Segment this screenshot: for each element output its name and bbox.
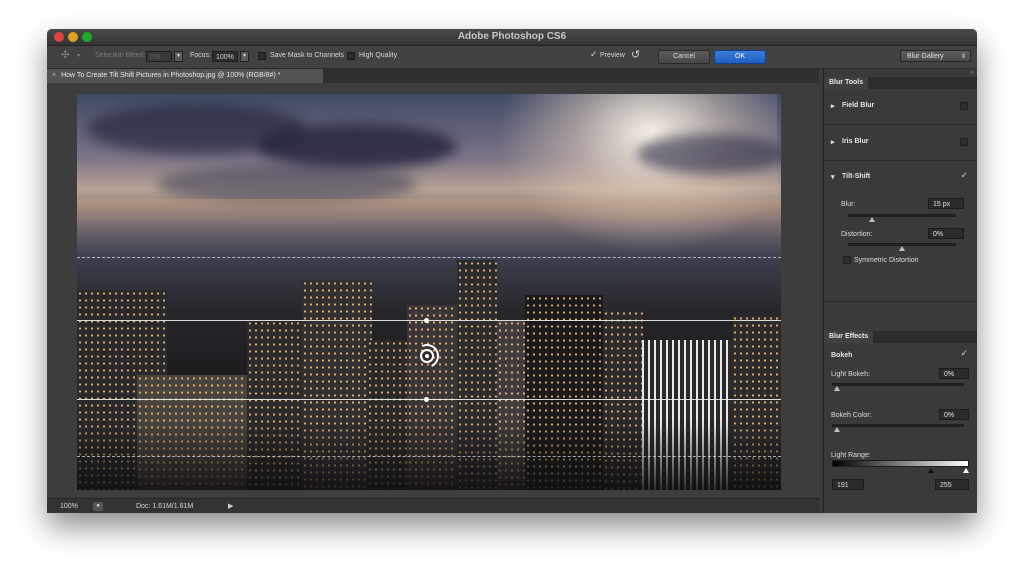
pin-tool-icon[interactable]: ✣ bbox=[61, 50, 69, 61]
bokeh-color-slider-knob[interactable] bbox=[834, 427, 840, 432]
symmetric-distortion-checkbox[interactable] bbox=[843, 256, 851, 264]
tilt-shift-fade-line-bottom[interactable] bbox=[77, 456, 781, 457]
focus-label: Focus: bbox=[190, 52, 212, 59]
workspace-dropdown-value: Blur Gallery bbox=[907, 53, 944, 60]
blur-amount-label: Blur: bbox=[841, 201, 856, 208]
save-mask-label: Save Mask to Channels bbox=[270, 52, 344, 59]
tilt-shift-fade-line-top[interactable] bbox=[77, 257, 781, 258]
bokeh-color-label: Bokeh Color: bbox=[831, 412, 872, 419]
focus-dropdown[interactable]: ▾ bbox=[240, 51, 249, 62]
close-tab-icon[interactable]: × bbox=[52, 72, 56, 79]
cloud-shape bbox=[257, 124, 457, 169]
tilt-shift-focus-line-bottom[interactable] bbox=[77, 399, 781, 400]
photoshop-window: Adobe Photoshop CS6 ✣ ▾ Selection Bleed:… bbox=[47, 29, 977, 513]
light-bokeh-label: Light Bokeh: bbox=[831, 371, 870, 378]
navigator-icon[interactable]: ● bbox=[93, 502, 103, 511]
tab-blur-tools[interactable]: Blur Tools bbox=[824, 77, 869, 89]
cancel-button[interactable]: Cancel bbox=[658, 50, 710, 64]
tilt-shift-section: ▾ Tilt-Shift ✓ Blur: 15 px Distortion: 0… bbox=[824, 161, 977, 302]
field-blur-label: Field Blur bbox=[842, 102, 875, 109]
light-range-high-field[interactable]: 255 bbox=[935, 479, 969, 490]
doc-size-info: Doc: 1.61M/1.61M bbox=[136, 503, 194, 510]
document-canvas[interactable] bbox=[77, 94, 781, 490]
iris-blur-label: Iris Blur bbox=[842, 138, 869, 145]
light-range-high-knob[interactable] bbox=[963, 468, 969, 473]
title-bar: Adobe Photoshop CS6 bbox=[47, 29, 977, 46]
tilt-shift-checkbox[interactable]: ✓ bbox=[960, 170, 968, 181]
field-blur-section[interactable]: ▸ Field Blur bbox=[824, 89, 977, 125]
light-range-low-field[interactable]: 191 bbox=[832, 479, 864, 490]
blur-slider-track[interactable] bbox=[848, 214, 956, 217]
save-mask-checkbox[interactable] bbox=[258, 52, 266, 60]
iris-blur-section[interactable]: ▸ Iris Blur bbox=[824, 125, 977, 161]
selection-bleed-label: Selection Bleed: bbox=[95, 52, 146, 59]
bokeh-color-slider-track[interactable] bbox=[832, 424, 964, 427]
blur-pin-icon[interactable] bbox=[420, 349, 434, 363]
tilt-shift-collapse-icon[interactable]: ▾ bbox=[831, 173, 835, 181]
horizon-haze bbox=[77, 199, 781, 239]
selection-bleed-dropdown[interactable]: ▾ bbox=[174, 51, 183, 62]
document-tab-title: How To Create Tilt Shift Pictures in Pho… bbox=[61, 72, 281, 79]
workspace-dropdown[interactable]: Blur Gallery ⇕ bbox=[900, 50, 971, 62]
focus-field[interactable]: 100% bbox=[212, 51, 238, 62]
distortion-slider-knob[interactable] bbox=[899, 246, 905, 251]
cloud-shape bbox=[157, 164, 417, 204]
tab-blur-effects[interactable]: Blur Effects bbox=[824, 331, 874, 343]
distortion-label: Distortion: bbox=[841, 231, 873, 238]
preview-checkbox[interactable]: ✓ bbox=[590, 49, 598, 60]
zoom-level[interactable]: 100% bbox=[60, 503, 78, 510]
high-quality-checkbox[interactable] bbox=[347, 52, 355, 60]
bokeh-color-field[interactable]: 0% bbox=[939, 409, 969, 420]
light-bokeh-field[interactable]: 0% bbox=[939, 368, 969, 379]
collapse-panel-icon[interactable]: » bbox=[971, 70, 974, 76]
updown-caret-icon: ⇕ bbox=[960, 54, 966, 60]
distortion-field[interactable]: 0% bbox=[928, 228, 964, 239]
selection-bleed-field[interactable]: 0% bbox=[146, 51, 172, 62]
bokeh-checkbox[interactable]: ✓ bbox=[960, 348, 968, 359]
ok-button[interactable]: OK bbox=[714, 50, 766, 64]
light-range-label: Light Range: bbox=[831, 452, 871, 459]
field-blur-checkbox[interactable] bbox=[960, 102, 968, 110]
iris-blur-checkbox[interactable] bbox=[960, 138, 968, 146]
light-bokeh-slider-track[interactable] bbox=[832, 383, 964, 386]
tool-preset-caret-icon[interactable]: ▾ bbox=[77, 52, 80, 59]
light-range-low-knob[interactable] bbox=[928, 468, 934, 473]
options-bar: ✣ ▾ Selection Bleed: 0% ▾ Focus: 100% ▾ … bbox=[47, 46, 977, 69]
rotate-handle-top[interactable] bbox=[424, 318, 429, 323]
bokeh-label: Bokeh bbox=[831, 352, 853, 359]
symmetric-distortion-label: Symmetric Distortion bbox=[854, 257, 919, 264]
tilt-shift-label: Tilt-Shift bbox=[842, 173, 871, 180]
blur-slider-knob[interactable] bbox=[869, 217, 875, 222]
rotate-handle-bottom[interactable] bbox=[424, 397, 429, 402]
blur-amount-field[interactable]: 15 px bbox=[928, 198, 964, 209]
document-tab[interactable]: × How To Create Tilt Shift Pictures in Ph… bbox=[47, 69, 323, 83]
tilt-shift-focus-line-top[interactable] bbox=[77, 320, 781, 321]
foreground-blur bbox=[77, 420, 781, 490]
document-tab-bar: × How To Create Tilt Shift Pictures in Ph… bbox=[47, 69, 819, 83]
reset-pins-icon[interactable]: ↺ bbox=[631, 48, 640, 61]
blur-effects-tab-row: Blur Effects bbox=[824, 331, 977, 343]
field-blur-expand-icon[interactable]: ▸ bbox=[831, 102, 835, 110]
light-bokeh-slider-knob[interactable] bbox=[834, 386, 840, 391]
canvas-area bbox=[47, 84, 819, 497]
blur-tools-tab-row: Blur Tools bbox=[824, 77, 977, 89]
high-quality-label: High Quality bbox=[359, 52, 398, 59]
preview-label: Preview bbox=[600, 52, 625, 59]
light-range-gradient[interactable] bbox=[832, 460, 969, 467]
status-menu-arrow-icon[interactable]: ▶ bbox=[228, 502, 233, 510]
cloud-shape bbox=[637, 134, 781, 174]
right-panel: » Blur Tools ▸ Field Blur ▸ Iris Blur ▾ … bbox=[823, 69, 977, 513]
iris-blur-expand-icon[interactable]: ▸ bbox=[831, 138, 835, 146]
status-bar: 100% ● Doc: 1.61M/1.61M ▶ bbox=[47, 498, 819, 513]
app-title: Adobe Photoshop CS6 bbox=[457, 31, 567, 42]
